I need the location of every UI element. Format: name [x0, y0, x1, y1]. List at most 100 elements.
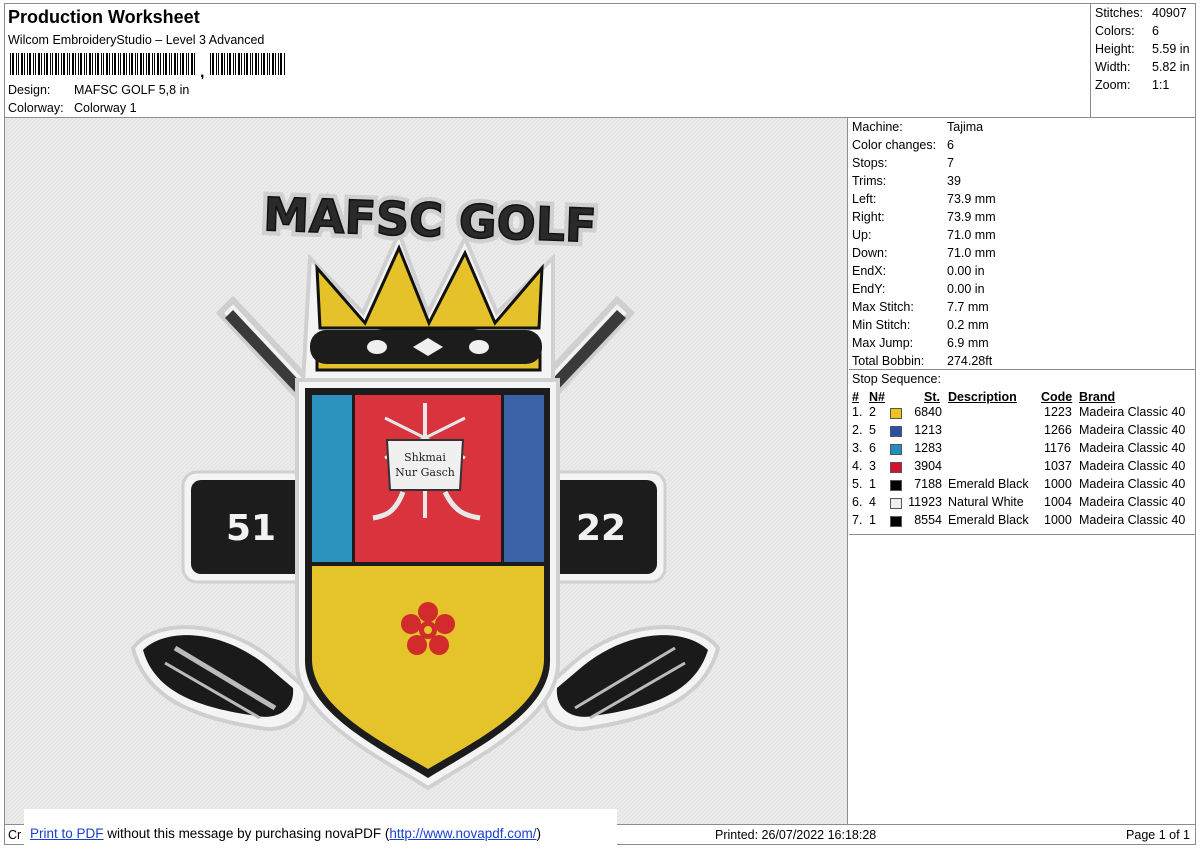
stop-stitches: 8554: [914, 513, 942, 527]
banner-text-2: Nur Gasch: [395, 466, 455, 479]
colorway-value: Colorway 1: [74, 101, 137, 115]
table-row: 3. 6 1283 1176 Madeira Classic 40: [849, 441, 1196, 459]
machine-info-row: Stops: 7: [852, 156, 954, 174]
machine-info-row: EndX: 0.00 in: [852, 264, 985, 282]
stop-needle: 1: [869, 513, 876, 527]
height-label: Height:: [1095, 42, 1135, 56]
stop-description: Emerald Black: [948, 477, 1029, 491]
colors-value: 6: [1152, 24, 1159, 38]
color-swatch: [890, 462, 902, 473]
summary-zoom: Zoom: 1:1: [1095, 78, 1169, 96]
software-subtitle: Wilcom EmbroideryStudio – Level 3 Advanc…: [8, 33, 265, 47]
zoom-value: 1:1: [1152, 78, 1170, 92]
machine-info-value: 73.9 mm: [947, 192, 996, 206]
info-divider: [849, 369, 1196, 370]
machine-info-value: 71.0 mm: [947, 246, 996, 260]
stop-needle: 2: [869, 405, 876, 419]
machine-info-label: EndX:: [852, 264, 887, 278]
stop-num: 2.: [852, 423, 863, 437]
col-description: Description: [948, 390, 1017, 404]
design-label: Design:: [8, 83, 51, 97]
stop-sequence-title: Stop Sequence:: [852, 372, 941, 386]
stop-code: 1223: [1044, 405, 1072, 419]
machine-info-label: Total Bobbin:: [852, 354, 925, 368]
summary-stitches: Stitches: 40907: [1095, 6, 1187, 24]
height-value: 5.59 in: [1152, 42, 1190, 56]
width-label: Width:: [1095, 60, 1131, 74]
machine-info-value: 7.7 mm: [947, 300, 989, 314]
colors-label: Colors:: [1095, 24, 1135, 38]
machine-info-label: Stops:: [852, 156, 888, 170]
table-row: 1. 2 6840 1223 Madeira Classic 40: [849, 405, 1196, 423]
table-row: 2. 5 1213 1266 Madeira Classic 40: [849, 423, 1196, 441]
banner-text-1: Shkmai: [404, 451, 446, 464]
stop-stitches: 1213: [914, 423, 942, 437]
color-swatch: [890, 444, 902, 455]
barcode-comma: ,: [200, 64, 204, 79]
stop-needle: 6: [869, 441, 876, 455]
machine-info-label: Down:: [852, 246, 888, 260]
table-row: 7. 1 8554 Emerald Black 1000 Madeira Classic …: [849, 513, 1196, 531]
design-value: MAFSC GOLF 5,8 in: [74, 83, 190, 97]
stop-code: 1000: [1044, 477, 1072, 491]
stop-needle: 5: [869, 423, 876, 437]
machine-info-row: EndY: 0.00 in: [852, 282, 985, 300]
embroidery-preview: 51 22 Shkmai Nur Gasch MAFSC GOLF MAFSC …: [5, 118, 848, 824]
machine-info-value: 274.28ft: [947, 354, 993, 368]
machine-info-row: Trims: 39: [852, 174, 961, 192]
novapdf-close: ): [536, 826, 542, 841]
print-to-pdf-link[interactable]: Print to PDF: [30, 826, 104, 841]
color-swatch: [890, 498, 902, 509]
machine-info-label: EndY:: [852, 282, 886, 296]
machine-info-row: Max Jump: 6.9 mm: [852, 336, 989, 354]
col-code: Code: [1041, 390, 1073, 404]
stop-num: 5.: [852, 477, 863, 491]
color-swatch: [890, 480, 902, 491]
stop-stitches: 7188: [914, 477, 942, 491]
machine-info-value: 6: [947, 138, 954, 152]
machine-info-label: Left:: [852, 192, 877, 206]
col-n: N#: [869, 390, 885, 404]
table-row: 6. 4 11923 Natural White 1004 Madeira Classic…: [849, 495, 1196, 513]
table-row: 4. 3 3904 1037 Madeira Classic 40: [849, 459, 1196, 477]
stop-num: 1.: [852, 405, 863, 419]
left-number: 51: [226, 508, 276, 549]
stop-code: 1000: [1044, 513, 1072, 527]
summary-colors: Colors: 6: [1095, 24, 1159, 42]
printed-date: Printed: 26/07/2022 16:18:28: [715, 828, 877, 842]
machine-info-row: Color changes: 6: [852, 138, 954, 156]
stop-brand: Madeira Classic 40: [1079, 495, 1186, 509]
stop-brand: Madeira Classic 40: [1079, 405, 1186, 419]
summary-width: Width: 5.82 in: [1095, 60, 1190, 78]
page-title: Production Worksheet: [8, 7, 200, 27]
machine-info-row: Machine: Tajima: [852, 120, 983, 138]
stop-brand: Madeira Classic 40: [1079, 459, 1186, 473]
stop-code: 1037: [1044, 459, 1072, 473]
machine-info-value: 0.00 in: [947, 264, 985, 278]
stop-num: 7.: [852, 513, 863, 527]
novapdf-url-link[interactable]: http://www.novapdf.com/: [389, 826, 536, 841]
machine-info-label: Min Stitch:: [852, 318, 911, 332]
stops-divider: [849, 534, 1196, 535]
stop-code: 1004: [1044, 495, 1072, 509]
stop-num: 3.: [852, 441, 863, 455]
machine-info-value: 6.9 mm: [947, 336, 989, 350]
stop-needle: 1: [869, 477, 876, 491]
stop-stitches: 11923: [908, 495, 942, 509]
stop-code: 1266: [1044, 423, 1072, 437]
right-number: 22: [576, 508, 626, 549]
machine-info-value: 7: [947, 156, 954, 170]
table-row: 5. 1 7188 Emerald Black 1000 Madeira Classic …: [849, 477, 1196, 495]
footer-cr: Cr: [8, 828, 22, 842]
stop-brand: Madeira Classic 40: [1079, 441, 1186, 455]
machine-info-label: Machine:: [852, 120, 903, 134]
machine-info-value: 0.2 mm: [947, 318, 989, 332]
stop-stitches: 6840: [914, 405, 942, 419]
barcode: ,: [10, 53, 285, 79]
design-summary: Stitches: 40907 Colors: 6 Height: 5.59 in W…: [1091, 3, 1196, 118]
stop-num: 6.: [852, 495, 863, 509]
colorway-row: Colorway: Colorway 1: [8, 101, 137, 115]
stop-description: Emerald Black: [948, 513, 1029, 527]
worksheet-header: Production Worksheet Wilcom EmbroiderySt…: [4, 3, 1091, 118]
machine-info-value: 71.0 mm: [947, 228, 996, 242]
